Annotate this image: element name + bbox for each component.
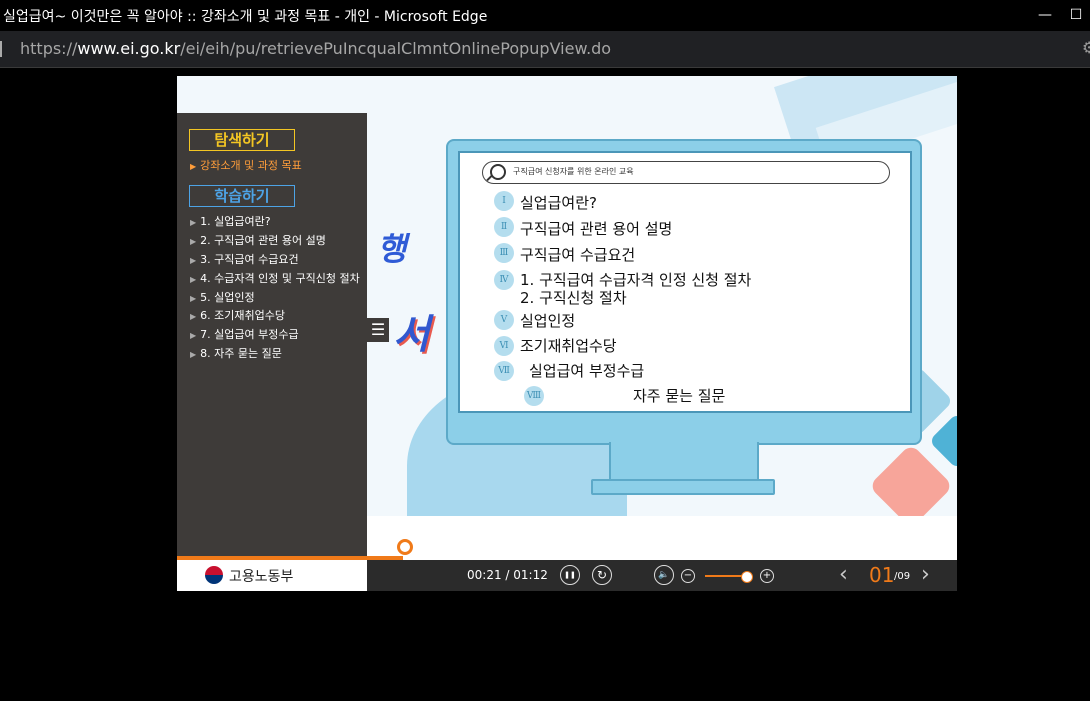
sidebar-item-5[interactable]: ▶ 5. 실업인정 <box>190 289 255 305</box>
monitor-illustration: 구직급여 신청자를 위한 온라인 교육 Ⅰ 실업급여란? Ⅱ 구직급여 관련 용… <box>446 139 922 445</box>
address-bar[interactable]: https://www.ei.go.kr/ei/eih/pu/retrieveP… <box>0 31 1090 68</box>
volume-slider-handle[interactable] <box>741 571 753 583</box>
sidebar-item-1[interactable]: ▶ 1. 실업급여란? <box>190 213 271 229</box>
taegeuk-logo-icon <box>205 566 223 584</box>
bullet-arrow-icon: ▶ <box>190 275 197 284</box>
url-path: /ei/eih/pu/retrievePuIncqualClmntOnlineP… <box>180 39 612 58</box>
bullet-arrow-icon: ▶ <box>190 237 197 246</box>
toc-number-5: Ⅴ <box>494 310 514 330</box>
slide-search-text: 구직급여 신청자를 위한 온라인 교육 <box>513 167 634 176</box>
bullet-arrow-icon: ▶ <box>190 312 197 321</box>
decor-text-2: 서 <box>393 312 430 358</box>
sidebar-item-label: 7. 실업급여 부정수급 <box>200 328 299 341</box>
sidebar-item-course-intro[interactable]: ▶ 강좌소개 및 과정 목표 <box>190 157 302 173</box>
sidebar-item-8[interactable]: ▶ 8. 자주 묻는 질문 <box>190 345 282 361</box>
toc-item-8: 자주 묻는 질문 <box>633 387 726 405</box>
menu-toggle-icon[interactable]: ☰ <box>367 318 389 342</box>
progress-area <box>367 516 957 560</box>
bullet-arrow-icon: ▶ <box>190 256 197 265</box>
volume-up-button[interactable]: + <box>760 569 774 583</box>
sidebar-item-label: 5. 실업인정 <box>200 291 255 304</box>
playback-time: 00:21 / 01:12 <box>467 568 548 582</box>
maximize-button[interactable]: ☐ <box>1063 2 1089 28</box>
toc-item-3: 구직급여 수급요건 <box>520 246 636 264</box>
volume-down-button[interactable]: − <box>681 569 695 583</box>
minimize-button[interactable]: — <box>1032 2 1058 28</box>
slide-search-bar: 구직급여 신청자를 위한 온라인 교육 <box>482 161 890 184</box>
decor-text-1: 행 <box>377 230 407 268</box>
course-sidebar: 탐색하기 ▶ 강좌소개 및 과정 목표 학습하기 ▶ 1. 실업급여란? ▶ 2. 구… <box>177 113 367 591</box>
toc-item-4-line-2: 2. 구직신청 절차 <box>520 289 627 307</box>
sidebar-item-label: 4. 수급자격 인정 및 구직신청 절차 <box>200 272 360 285</box>
sidebar-item-label: 3. 구직급여 수급요건 <box>200 253 299 266</box>
pause-button[interactable]: ❚❚ <box>560 565 580 585</box>
toc-number-4: Ⅳ <box>494 270 514 290</box>
ministry-name: 고용노동부 <box>229 569 294 585</box>
volume-button[interactable]: 🔈 <box>654 565 674 585</box>
monitor-stand <box>609 442 759 482</box>
address-bar-edge <box>0 41 2 57</box>
learn-heading: 학습하기 <box>189 185 295 207</box>
player-controls: 00:21 / 01:12 ❚❚ ↻ 🔈 − + ‹ 01 /09 › <box>367 560 957 591</box>
url-prefix: https:// <box>20 39 78 58</box>
course-player: 행 서 구직급여 신청자를 위한 온라인 교육 Ⅰ 실업급여란? Ⅱ 구직급여 … <box>177 76 957 591</box>
bullet-arrow-icon: ▶ <box>190 218 197 227</box>
toc-item-5: 실업인정 <box>520 312 576 330</box>
toc-item-6: 조기재취업수당 <box>520 337 617 355</box>
bullet-arrow-icon: ▶ <box>190 331 197 340</box>
prev-page-button[interactable]: ‹ <box>839 562 848 587</box>
replay-button[interactable]: ↻ <box>592 565 612 585</box>
page-total: /09 <box>894 571 911 582</box>
page-current: 01 <box>869 563 895 587</box>
ministry-logo: 고용노동부 <box>177 560 367 591</box>
bullet-arrow-icon: ▶ <box>190 162 197 171</box>
settings-icon[interactable]: ⚙ <box>1082 38 1090 57</box>
toc-number-6: Ⅵ <box>494 336 514 356</box>
url-host: www.ei.go.kr <box>77 39 181 58</box>
toc-item-1: 실업급여란? <box>520 194 597 212</box>
sidebar-item-label: 1. 실업급여란? <box>200 215 271 228</box>
sidebar-item-7[interactable]: ▶ 7. 실업급여 부정수급 <box>190 326 299 342</box>
bullet-arrow-icon: ▶ <box>190 294 197 303</box>
window-titlebar: 실업급여~ 이것만은 꼭 알아야 :: 강좌소개 및 과정 목표 - 개인 - … <box>0 0 1090 31</box>
window-title: 실업급여~ 이것만은 꼭 알아야 :: 강좌소개 및 과정 목표 - 개인 - … <box>3 9 488 25</box>
decor-diamond-pink <box>868 443 954 516</box>
next-page-button[interactable]: › <box>921 562 930 587</box>
sidebar-item-label: 2. 구직급여 관련 용어 설명 <box>200 234 326 247</box>
search-icon <box>490 164 506 180</box>
bullet-arrow-icon: ▶ <box>190 350 197 359</box>
url-text[interactable]: https://www.ei.go.kr/ei/eih/pu/retrieveP… <box>20 39 611 58</box>
sidebar-item-4[interactable]: ▶ 4. 수급자격 인정 및 구직신청 절차 <box>190 270 360 286</box>
toc-number-1: Ⅰ <box>494 191 514 211</box>
progress-handle[interactable] <box>397 539 413 555</box>
sidebar-item-6[interactable]: ▶ 6. 조기재취업수당 <box>190 307 285 323</box>
sidebar-item-2[interactable]: ▶ 2. 구직급여 관련 용어 설명 <box>190 232 326 248</box>
toc-item-7: 실업급여 부정수급 <box>529 362 645 380</box>
monitor-screen: 구직급여 신청자를 위한 온라인 교육 Ⅰ 실업급여란? Ⅱ 구직급여 관련 용… <box>458 151 912 413</box>
sidebar-item-label: 강좌소개 및 과정 목표 <box>200 159 302 172</box>
explore-heading: 탐색하기 <box>189 129 295 151</box>
sidebar-item-3[interactable]: ▶ 3. 구직급여 수급요건 <box>190 251 299 267</box>
toc-item-2: 구직급여 관련 용어 설명 <box>520 220 673 238</box>
toc-number-8: Ⅷ <box>524 386 544 406</box>
volume-slider[interactable] <box>705 575 746 577</box>
sidebar-item-label: 6. 조기재취업수당 <box>200 309 285 322</box>
toc-number-3: Ⅲ <box>494 243 514 263</box>
sidebar-item-label: 8. 자주 묻는 질문 <box>200 347 282 360</box>
monitor-base <box>591 479 775 495</box>
toc-number-7: Ⅶ <box>494 361 514 381</box>
toc-number-2: Ⅱ <box>494 217 514 237</box>
